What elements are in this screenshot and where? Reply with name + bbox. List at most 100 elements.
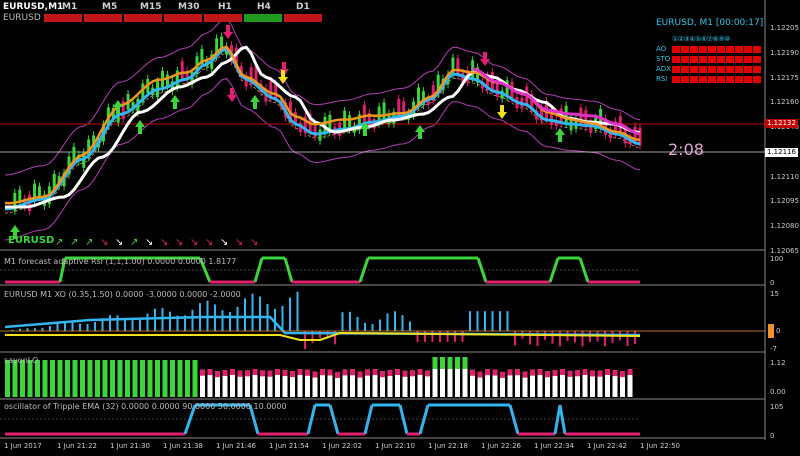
laguerre-bar	[185, 360, 190, 397]
symbol-title: EURUSD,M1	[3, 2, 64, 12]
timeframe-m1[interactable]: M1	[62, 2, 77, 12]
timeframe-h1[interactable]: H1	[218, 2, 232, 12]
trend-arrow: ↘	[100, 237, 108, 248]
timeframe-state-m30	[164, 14, 202, 22]
trend-arrow: ↘	[115, 237, 123, 248]
laguerre-bar	[35, 360, 40, 397]
tema-axis-bottom: 0	[770, 432, 775, 440]
laguerre-cap	[455, 357, 460, 369]
laguerre-cap	[590, 370, 595, 377]
laguerre-cap	[582, 369, 588, 376]
time-axis-tick: 1 Jun 21:38	[163, 442, 204, 450]
candle-body	[456, 58, 460, 76]
laguerre-pane-label: sayonLO	[4, 356, 39, 365]
adx-label: ADX	[656, 65, 671, 73]
laguerre-cap	[365, 369, 370, 376]
indicator-cell	[690, 56, 698, 63]
laguerre-cap	[477, 371, 483, 378]
price-axis-tick: 1.12190	[770, 48, 799, 57]
laguerre-cap	[545, 371, 550, 378]
laguerre-bar	[125, 360, 130, 397]
trend-arrow: ↗	[85, 237, 93, 248]
tema-step	[328, 404, 340, 435]
laguerre-axis-bottom: 0.00	[770, 388, 786, 396]
laguerre-bar	[95, 360, 100, 397]
price-axis-tick: 1.12080	[770, 222, 799, 231]
laguerre-cap	[575, 370, 580, 377]
timeframe-state-h4	[244, 14, 282, 22]
indicator-cell	[735, 66, 743, 73]
sell-arrow	[227, 88, 237, 102]
indicator-cell	[681, 56, 689, 63]
laguerre-bar	[87, 360, 93, 397]
time-axis-tick: 1 Jun 22:02	[322, 442, 363, 450]
trend-arrow: ↗	[55, 237, 63, 248]
time-axis-tick: 1 Jun 22:26	[481, 442, 522, 450]
laguerre-cap	[237, 370, 243, 377]
laguerre-cap	[260, 370, 265, 377]
timeframe-m5[interactable]: M5	[102, 2, 117, 12]
rsi-label: RSI	[656, 75, 668, 83]
timeframe-m15[interactable]: M15	[140, 2, 161, 12]
laguerre-cap	[200, 369, 205, 376]
indicator-cell	[744, 76, 752, 83]
laguerre-cap	[605, 369, 610, 376]
indicator-cell	[708, 66, 716, 73]
xo-axis-bottom: -7	[770, 345, 777, 353]
indicator-cell	[681, 66, 689, 73]
laguerre-cap	[417, 369, 423, 376]
buy-arrow	[415, 125, 425, 139]
laguerre-cap	[207, 369, 213, 376]
indicator-cell	[699, 46, 707, 53]
tema-step	[558, 404, 567, 435]
rsi-axis-bottom: 0	[770, 279, 775, 287]
indicator-cell	[708, 56, 716, 63]
sto-label: STO	[656, 55, 671, 63]
laguerre-cap	[357, 371, 363, 378]
tema-step	[398, 404, 409, 435]
laguerre-cap	[537, 369, 543, 376]
rsi-axis-top: 100	[770, 255, 784, 263]
trend-arrow: ↘	[250, 237, 258, 248]
laguerre-cap	[342, 369, 348, 376]
laguerre-cap	[245, 370, 250, 377]
price-axis-tick: 1.12160	[770, 98, 799, 107]
trend-arrow: ↘	[205, 237, 213, 248]
exit-arrow	[497, 105, 507, 119]
laguerre-bar	[102, 360, 108, 397]
trend-arrow: ↘	[175, 237, 183, 248]
tema-axis-top: 105	[770, 403, 784, 411]
buy-arrow	[170, 95, 180, 109]
indicator-cell	[699, 76, 707, 83]
price-axis-tick: 1.12095	[770, 197, 799, 206]
laguerre-cap	[395, 369, 400, 376]
laguerre-cap	[627, 369, 633, 376]
indicator-cell	[735, 76, 743, 83]
price-axis-tick: 1.12065	[770, 247, 799, 255]
trend-arrow: ↘	[145, 237, 153, 248]
indicator-row-rsi	[672, 76, 762, 84]
laguerre-bar	[20, 360, 25, 397]
timeframe-bar: EURUSD,M1 EURUSD M1 M5 M15 M30 H1 H4 D1	[0, 0, 330, 24]
indicator-row-sto	[672, 56, 762, 64]
timeframe-m30[interactable]: M30	[178, 2, 199, 12]
laguerre-cap	[447, 357, 453, 369]
ask-price-tag: 1.12116	[765, 148, 798, 157]
timeframe-d1[interactable]: D1	[296, 2, 310, 12]
laguerre-cap	[350, 369, 355, 376]
laguerre-cap	[312, 371, 318, 378]
timeframe-h4[interactable]: H4	[257, 2, 271, 12]
tema-step	[363, 404, 374, 435]
indicator-cell	[708, 76, 716, 83]
laguerre-bar	[72, 360, 78, 397]
indicator-cell	[744, 66, 752, 73]
indicator-cell	[753, 76, 761, 83]
indicator-cell	[726, 76, 734, 83]
indicator-cell	[699, 66, 707, 73]
laguerre-cap	[485, 369, 490, 376]
xo-axis-top: 15	[770, 290, 779, 298]
laguerre-cap	[440, 357, 445, 369]
indicator-cell	[690, 66, 698, 73]
indicator-cell	[735, 46, 743, 53]
indicator-cell	[717, 76, 725, 83]
